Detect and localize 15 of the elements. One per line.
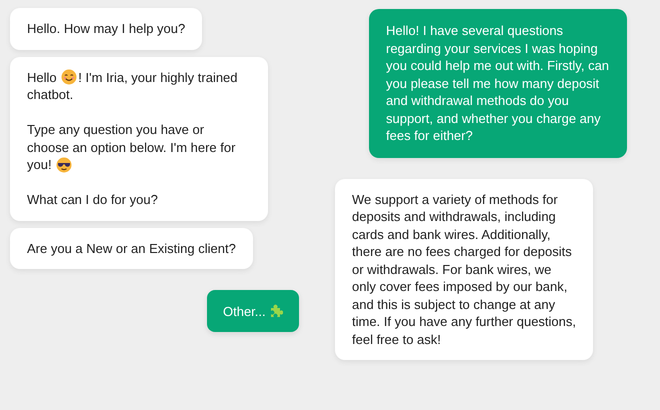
message-text: Are you a New or an Existing client? bbox=[27, 240, 236, 257]
puzzle-piece-icon bbox=[268, 304, 283, 318]
message-text: ! I'm Iria, your highly trained bbox=[78, 68, 238, 86]
bot-message: We support a variety of methods for deposits and withdrawals, including cards and bank wires. Additionally, there are no fees charged for deposits or withdrawals. For bank wires, we only cover fees imposed by our bank, and this is subject to change at any time. If you have any further questions, feel free to ask! bbox=[335, 178, 593, 360]
message-text: Hello bbox=[27, 68, 58, 86]
sunglasses-face-icon bbox=[56, 156, 72, 173]
user-message: Hello! I have several questions regarding your services I was hoping you could help me out with. Firstly, can you please tell me how many deposit and withdrawal methods do you support, and whether you charge any fees for either? bbox=[369, 9, 627, 158]
message-text: chatbot. bbox=[27, 86, 74, 104]
smiling-face-icon bbox=[61, 69, 78, 86]
message-text: choose an option below. I'm here for bbox=[27, 138, 236, 156]
message-text: What can I do for you? bbox=[27, 191, 158, 208]
message-text: Type any question you have or bbox=[27, 121, 204, 138]
message-text: you! bbox=[27, 156, 53, 174]
message-text: Hello. How may I help you? bbox=[27, 20, 186, 38]
option-button[interactable]: Other... bbox=[207, 290, 299, 332]
